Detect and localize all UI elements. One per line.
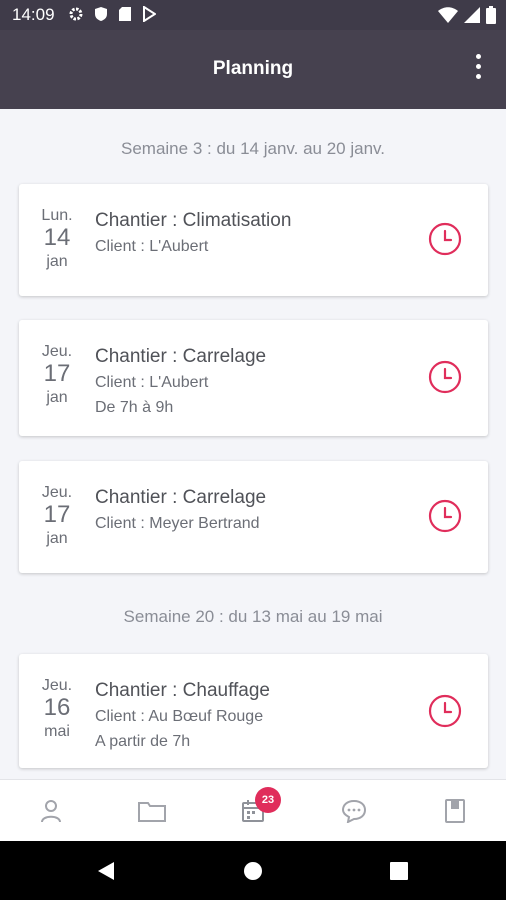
status-time: 14:09 bbox=[12, 5, 55, 24]
planning-card[interactable]: Lun. 14 jan Chantier : Climatisation Cli… bbox=[19, 184, 488, 296]
home-icon bbox=[244, 861, 262, 880]
status-bar: 14:09 bbox=[0, 0, 506, 30]
app-bar: Planning bbox=[0, 30, 506, 109]
folder-icon bbox=[138, 802, 166, 822]
chat-icon bbox=[341, 799, 367, 823]
shield-icon bbox=[95, 7, 107, 21]
card-title: Chantier : Carrelage bbox=[95, 346, 267, 367]
wifi-icon bbox=[438, 7, 458, 23]
recents-button[interactable] bbox=[369, 841, 429, 900]
overflow-menu-icon[interactable] bbox=[472, 54, 484, 86]
card-client: Client : L'Aubert bbox=[95, 374, 209, 391]
card-date: Jeu. 16 mai bbox=[19, 677, 95, 741]
card-time: A partir de 7h bbox=[95, 733, 191, 750]
clock-icon[interactable] bbox=[428, 222, 462, 256]
battery-icon bbox=[486, 6, 496, 24]
date-day: 16 bbox=[43, 694, 71, 721]
planning-list[interactable]: Semaine 3 : du 14 janv. au 20 janv. Lun.… bbox=[0, 109, 506, 779]
date-weekday: Lun. bbox=[41, 207, 73, 224]
card-info: Chantier : Carrelage Client : L'Aubert D… bbox=[95, 346, 266, 417]
date-month: mai bbox=[44, 723, 70, 740]
date-month: jan bbox=[46, 389, 68, 406]
card-client: Client : Meyer Bertrand bbox=[95, 515, 260, 532]
date-month: jan bbox=[46, 530, 68, 547]
planning-card[interactable]: Jeu. 17 jan Chantier : Carrelage Client … bbox=[19, 461, 488, 573]
nav-item-messages[interactable] bbox=[304, 780, 404, 842]
system-nav-bar bbox=[0, 841, 506, 900]
signal-icon bbox=[464, 7, 480, 23]
recents-icon bbox=[390, 861, 408, 880]
card-info: Chantier : Chauffage Client : Au Bœuf Ro… bbox=[95, 680, 270, 751]
card-client: Client : Au Bœuf Rouge bbox=[95, 708, 264, 725]
planning-card[interactable]: Jeu. 17 jan Chantier : Carrelage Client … bbox=[19, 320, 488, 436]
back-button[interactable] bbox=[76, 841, 136, 900]
page-title: Planning bbox=[212, 58, 294, 79]
week-header: Semaine 3 : du 14 janv. au 20 janv. bbox=[121, 139, 385, 158]
card-time: De 7h à 9h bbox=[95, 399, 174, 416]
clock-icon[interactable] bbox=[428, 499, 462, 533]
card-date: Jeu. 17 jan bbox=[19, 484, 95, 548]
week-header: Semaine 20 : du 13 mai au 19 mai bbox=[123, 607, 383, 626]
card-date: Jeu. 17 jan bbox=[19, 343, 95, 407]
settings-icon bbox=[69, 7, 83, 21]
card-date: Lun. 14 jan bbox=[19, 207, 95, 271]
nav-item-contacts[interactable] bbox=[1, 780, 101, 842]
date-day: 17 bbox=[43, 501, 71, 528]
sd-card-icon bbox=[119, 7, 131, 21]
clock-icon[interactable] bbox=[428, 694, 462, 728]
card-client: Client : L'Aubert bbox=[95, 238, 209, 255]
date-weekday: Jeu. bbox=[41, 484, 73, 501]
nav-item-folders[interactable] bbox=[102, 780, 202, 842]
card-title: Chantier : Chauffage bbox=[95, 680, 270, 701]
person-icon bbox=[41, 800, 61, 823]
home-button[interactable] bbox=[223, 841, 283, 900]
status-notification-icons bbox=[68, 6, 156, 22]
date-month: jan bbox=[46, 253, 68, 270]
notification-badge: 23 bbox=[255, 787, 281, 813]
play-store-icon bbox=[143, 6, 156, 22]
card-info: Chantier : Carrelage Client : Meyer Bert… bbox=[95, 487, 266, 533]
planning-card[interactable]: Jeu. 16 mai Chantier : Chauffage Client … bbox=[19, 654, 488, 768]
date-day: 17 bbox=[43, 360, 71, 387]
card-title: Chantier : Carrelage bbox=[95, 487, 267, 508]
book-icon bbox=[445, 799, 465, 823]
nav-item-documents[interactable] bbox=[405, 780, 505, 842]
nav-item-planning[interactable] bbox=[203, 780, 303, 842]
status-system-icons bbox=[438, 6, 496, 24]
card-title: Chantier : Climatisation bbox=[95, 210, 292, 231]
date-weekday: Jeu. bbox=[41, 343, 73, 360]
date-day: 14 bbox=[43, 224, 71, 251]
back-icon bbox=[98, 861, 114, 880]
bottom-navigation: 23 bbox=[0, 779, 506, 842]
card-info: Chantier : Climatisation Client : L'Aube… bbox=[95, 210, 291, 256]
date-weekday: Jeu. bbox=[41, 677, 73, 694]
clock-icon[interactable] bbox=[428, 360, 462, 394]
